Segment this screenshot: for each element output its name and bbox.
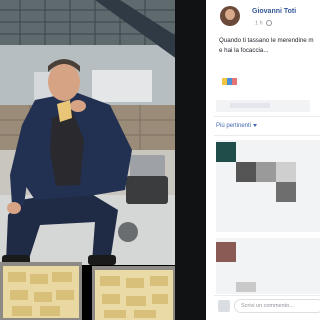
- globe-icon: [265, 20, 272, 26]
- divider: [214, 135, 320, 136]
- comment-composer: Scrivi un commento...: [218, 298, 320, 316]
- photo-illustration: [0, 0, 206, 320]
- divider: [214, 116, 320, 117]
- reactions-emoji-icon: [222, 72, 244, 85]
- comment-item: [216, 140, 320, 232]
- author-name[interactable]: Giovanni Toti: [252, 8, 296, 15]
- commenter-avatar[interactable]: [216, 242, 236, 262]
- post-photo[interactable]: [0, 0, 206, 320]
- author-avatar[interactable]: [220, 6, 240, 26]
- post-text-line: e hai la focaccia...: [219, 46, 269, 54]
- post-meta: 1 h: [255, 20, 272, 26]
- comment-blur: [236, 162, 256, 182]
- reactions-summary[interactable]: [216, 100, 310, 112]
- comment-blur: [256, 162, 276, 182]
- post-time[interactable]: 1 h: [255, 20, 263, 26]
- comment-blur: [276, 162, 296, 182]
- post-text: Quando ti tassano le merendine m e hai l…: [219, 36, 320, 55]
- comment-input[interactable]: Scrivi un commento...: [234, 299, 320, 313]
- comment-item: [216, 238, 320, 294]
- comment-blur: [236, 282, 256, 292]
- comment-filter-label: Più pertinenti: [216, 123, 252, 129]
- post-header: Giovanni Toti 1 h: [214, 6, 320, 28]
- post-side-panel: Giovanni Toti 1 h Quando ti tassano le m…: [206, 0, 320, 320]
- commenter-avatar[interactable]: [216, 142, 236, 162]
- post-text-line: Quando ti tassano le merendine m: [219, 37, 314, 44]
- comment-filter-dropdown[interactable]: Più pertinenti: [216, 123, 258, 129]
- user-avatar: [218, 300, 230, 312]
- divider: [214, 295, 320, 296]
- comment-blur: [276, 182, 296, 202]
- chevron-down-icon: [253, 123, 258, 127]
